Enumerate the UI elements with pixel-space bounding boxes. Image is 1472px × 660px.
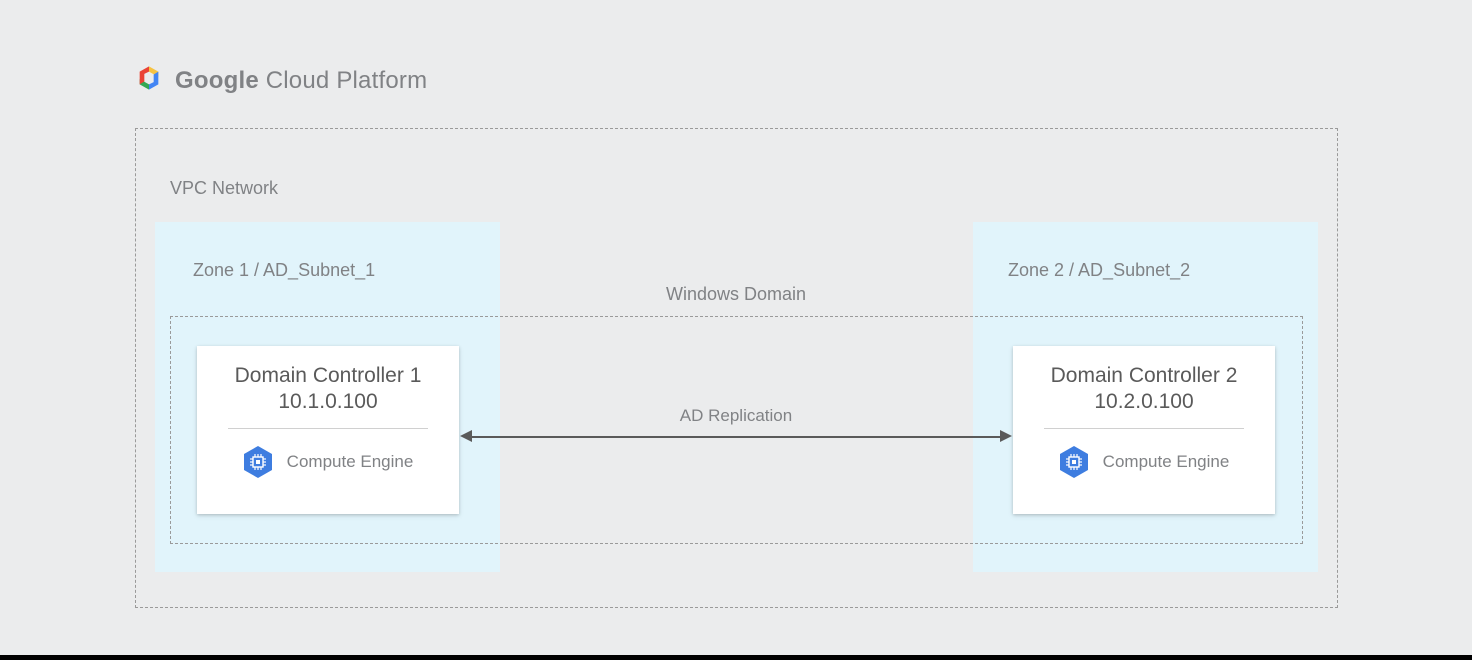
arrow-head-left-icon xyxy=(460,430,472,442)
vpc-network-label: VPC Network xyxy=(170,178,278,199)
windows-domain-label: Windows Domain xyxy=(0,284,1472,305)
compute-engine-icon xyxy=(243,445,273,479)
gcp-title-light: Cloud Platform xyxy=(259,67,427,94)
compute-engine-icon xyxy=(1059,445,1089,479)
dc2-title: Domain Controller 2 xyxy=(1051,364,1238,388)
dc2-service-label: Compute Engine xyxy=(1103,452,1230,472)
gcp-title: Google Cloud Platform xyxy=(175,67,427,95)
diagram-canvas: Google Cloud Platform VPC Network Zone 1… xyxy=(0,0,1472,655)
zone-2-label: Zone 2 / AD_Subnet_2 xyxy=(1008,260,1190,281)
divider xyxy=(228,428,428,429)
arrow-head-right-icon xyxy=(1000,430,1012,442)
domain-controller-1-card: Domain Controller 1 10.1.0.100 xyxy=(197,346,459,514)
dc1-service-row: Compute Engine xyxy=(243,445,414,479)
dc2-service-row: Compute Engine xyxy=(1059,445,1230,479)
zone-1-label: Zone 1 / AD_Subnet_1 xyxy=(193,260,375,281)
gcp-title-bold: Google xyxy=(175,67,259,94)
ad-replication-label: AD Replication xyxy=(0,406,1472,426)
dc1-title: Domain Controller 1 xyxy=(235,364,422,388)
gcp-logo: Google Cloud Platform xyxy=(135,64,427,97)
dc1-service-label: Compute Engine xyxy=(287,452,414,472)
replication-arrow-line xyxy=(469,436,1003,438)
gcp-hexagon-icon xyxy=(135,64,163,97)
domain-controller-2-card: Domain Controller 2 10.2.0.100 xyxy=(1013,346,1275,514)
divider xyxy=(1044,428,1244,429)
